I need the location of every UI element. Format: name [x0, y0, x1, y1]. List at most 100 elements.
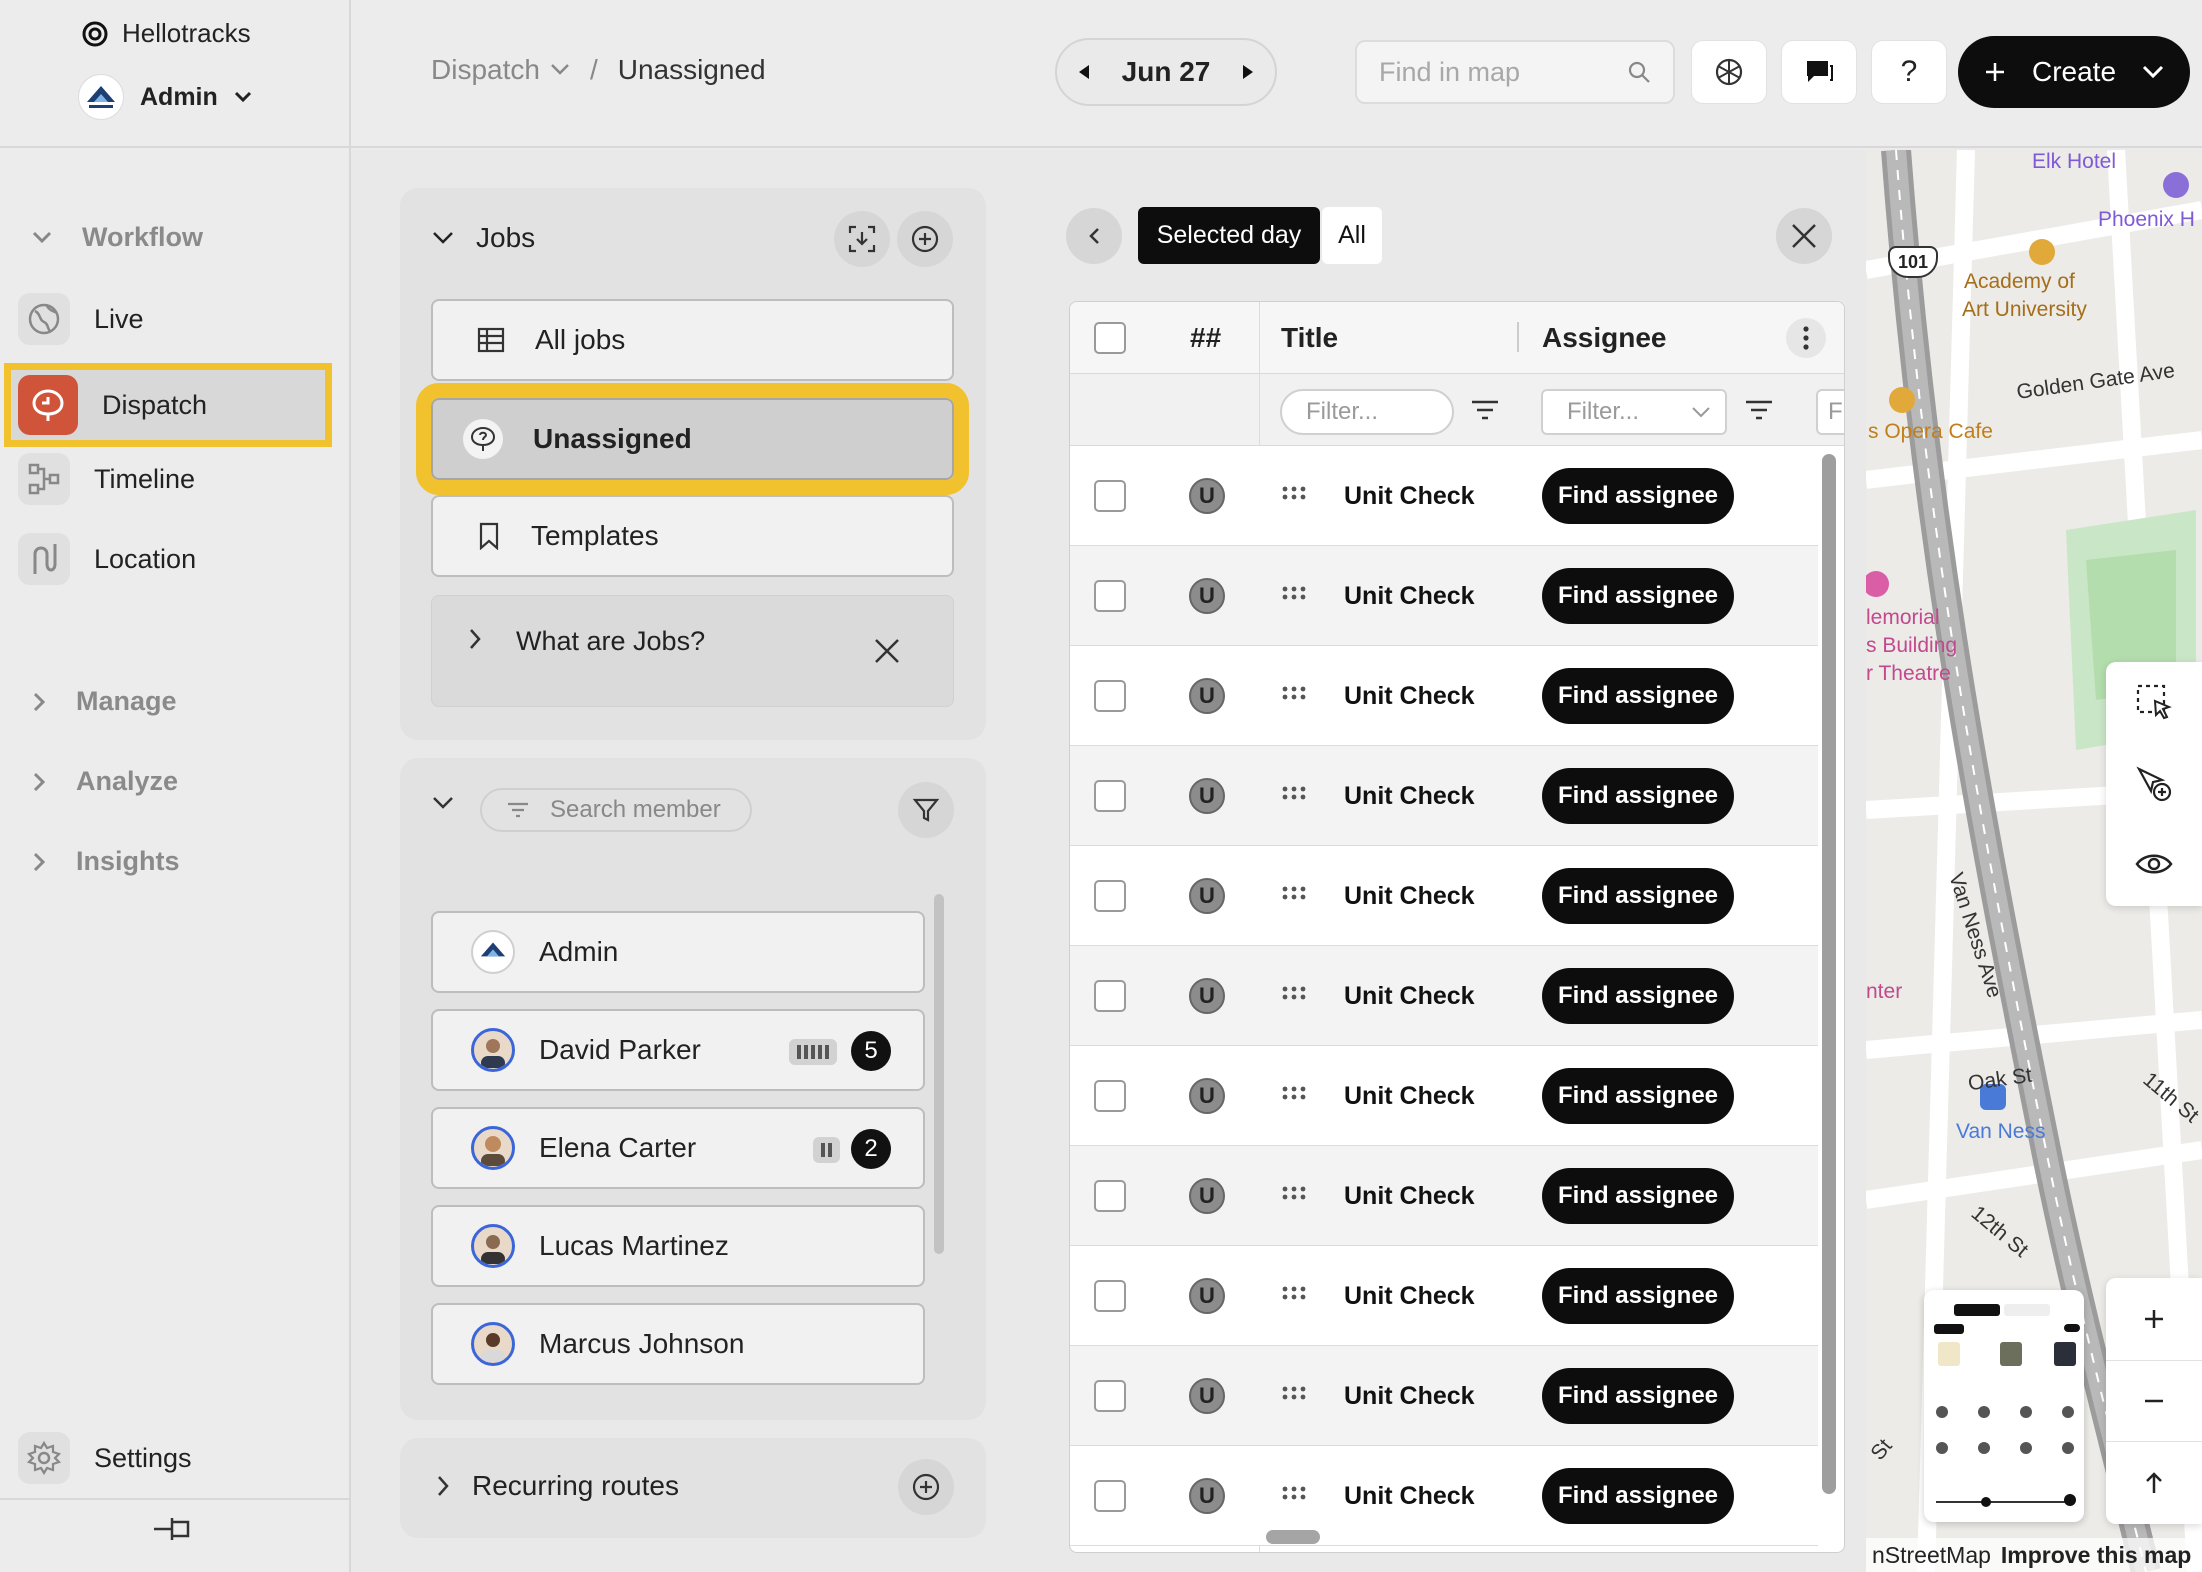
toggle-selected-day[interactable]: Selected day — [1138, 207, 1320, 264]
jobs-item-unassigned[interactable]: Unassigned — [416, 383, 969, 495]
sidebar-item-settings[interactable]: Settings — [4, 1422, 332, 1494]
drag-handle-icon[interactable] — [1282, 1386, 1306, 1400]
find-assignee-button[interactable]: Find assignee — [1542, 568, 1734, 624]
column-number[interactable]: ## — [1190, 322, 1221, 354]
member-item[interactable]: Lucas Martinez — [431, 1205, 925, 1287]
jobs-item-all[interactable]: All jobs — [431, 299, 954, 381]
row-checkbox[interactable] — [1094, 1380, 1126, 1412]
sort-filter-icon[interactable] — [1470, 398, 1500, 422]
pin-sidebar-icon[interactable] — [152, 1514, 190, 1544]
find-assignee-button[interactable]: Find assignee — [1542, 1068, 1734, 1124]
job-title[interactable]: Unit Check — [1344, 682, 1475, 711]
drag-handle-icon[interactable] — [1282, 1486, 1306, 1500]
section-manage[interactable]: Manage — [32, 686, 177, 717]
find-assignee-button[interactable]: Find assignee — [1542, 468, 1734, 524]
jobs-hint-label[interactable]: What are Jobs? — [516, 626, 705, 657]
table-row[interactable]: U Unit Check Find assignee — [1070, 846, 1818, 946]
drag-handle-icon[interactable] — [1282, 786, 1306, 800]
zoom-in-button[interactable] — [2106, 1278, 2202, 1360]
sort-filter-icon[interactable] — [1744, 398, 1774, 422]
map-layers-preview[interactable] — [1924, 1290, 2084, 1522]
chat-button[interactable] — [1781, 40, 1857, 104]
job-title[interactable]: Unit Check — [1344, 1382, 1475, 1411]
section-insights[interactable]: Insights — [32, 846, 180, 877]
drag-handle-icon[interactable] — [1282, 986, 1306, 1000]
select-all-checkbox[interactable] — [1094, 322, 1126, 354]
row-checkbox[interactable] — [1094, 780, 1126, 812]
reset-north-button[interactable] — [2106, 1442, 2202, 1524]
table-vertical-scrollbar[interactable] — [1822, 454, 1836, 1494]
ai-assistant-button[interactable] — [1691, 40, 1767, 104]
sidebar-item-dispatch[interactable]: Dispatch — [4, 363, 332, 447]
member-filter-button[interactable] — [898, 782, 954, 838]
table-horizontal-scrollbar[interactable] — [1266, 1530, 1320, 1544]
column-menu-button[interactable] — [1786, 318, 1826, 358]
find-assignee-button[interactable]: Find assignee — [1542, 1468, 1734, 1524]
member-search[interactable]: Search member — [480, 788, 752, 832]
table-row[interactable]: U Unit Check Find assignee — [1070, 546, 1818, 646]
improve-map-link[interactable]: Improve this map — [2001, 1542, 2191, 1569]
close-icon[interactable] — [874, 638, 900, 664]
map-search-input[interactable] — [1379, 56, 1599, 88]
import-jobs-button[interactable] — [834, 211, 890, 267]
add-route-button[interactable] — [898, 1459, 954, 1515]
add-job-button[interactable] — [897, 211, 953, 267]
row-checkbox[interactable] — [1094, 1280, 1126, 1312]
current-date[interactable]: Jun 27 — [1122, 56, 1211, 88]
account-switcher[interactable]: Admin — [78, 74, 252, 120]
row-checkbox[interactable] — [1094, 480, 1126, 512]
members-scrollbar[interactable] — [934, 894, 944, 1254]
job-title[interactable]: Unit Check — [1344, 1182, 1475, 1211]
column-title[interactable]: Title — [1281, 322, 1338, 354]
job-title[interactable]: Unit Check — [1344, 1082, 1475, 1111]
row-checkbox[interactable] — [1094, 680, 1126, 712]
section-workflow[interactable]: Workflow — [32, 222, 203, 253]
zoom-out-button[interactable] — [2106, 1360, 2202, 1442]
find-assignee-button[interactable]: Find assignee — [1542, 668, 1734, 724]
next-column-filter[interactable]: F — [1816, 389, 1844, 435]
visibility-button[interactable] — [2106, 824, 2202, 904]
row-checkbox[interactable] — [1094, 880, 1126, 912]
table-row[interactable]: U Unit Check Find assignee — [1070, 1446, 1818, 1546]
job-title[interactable]: Unit Check — [1344, 982, 1475, 1011]
member-item[interactable]: Admin — [431, 911, 925, 993]
row-checkbox[interactable] — [1094, 1480, 1126, 1512]
drag-handle-icon[interactable] — [1282, 1086, 1306, 1100]
job-title[interactable]: Unit Check — [1344, 1482, 1475, 1511]
drag-handle-icon[interactable] — [1282, 586, 1306, 600]
find-assignee-button[interactable]: Find assignee — [1542, 1168, 1734, 1224]
breadcrumb-dispatch[interactable]: Dispatch — [431, 54, 570, 86]
sidebar-item-timeline[interactable]: Timeline — [4, 443, 332, 515]
drag-handle-icon[interactable] — [1282, 1286, 1306, 1300]
job-title[interactable]: Unit Check — [1344, 782, 1475, 811]
recurring-routes-header[interactable]: Recurring routes — [436, 1470, 679, 1502]
chevron-down-icon[interactable] — [432, 796, 454, 810]
section-analyze[interactable]: Analyze — [32, 766, 178, 797]
collapse-panel-button[interactable] — [1066, 208, 1122, 264]
find-assignee-button[interactable]: Find assignee — [1542, 868, 1734, 924]
previous-day-button[interactable] — [1077, 64, 1091, 80]
find-assignee-button[interactable]: Find assignee — [1542, 1268, 1734, 1324]
sidebar-item-location[interactable]: Location — [4, 523, 332, 595]
table-row[interactable]: U Unit Check Find assignee — [1070, 1346, 1818, 1446]
assignee-filter-select[interactable]: Filter... — [1541, 389, 1727, 435]
find-assignee-button[interactable]: Find assignee — [1542, 968, 1734, 1024]
drag-handle-icon[interactable] — [1282, 686, 1306, 700]
table-row[interactable]: U Unit Check Find assignee — [1070, 446, 1818, 546]
add-place-button[interactable] — [2106, 744, 2202, 824]
member-item[interactable]: Marcus Johnson — [431, 1303, 925, 1385]
row-checkbox[interactable] — [1094, 980, 1126, 1012]
member-item[interactable]: Elena Carter 2 — [431, 1107, 925, 1189]
select-area-button[interactable] — [2106, 662, 2202, 742]
job-title[interactable]: Unit Check — [1344, 482, 1475, 511]
job-title[interactable]: Unit Check — [1344, 582, 1475, 611]
help-button[interactable]: ? — [1871, 40, 1947, 104]
row-checkbox[interactable] — [1094, 1080, 1126, 1112]
table-row[interactable]: U Unit Check Find assignee — [1070, 746, 1818, 846]
row-checkbox[interactable] — [1094, 1180, 1126, 1212]
title-filter-input[interactable]: Filter... — [1280, 389, 1454, 435]
table-row[interactable]: U Unit Check Find assignee — [1070, 946, 1818, 1046]
toggle-all[interactable]: All — [1322, 207, 1382, 264]
create-button[interactable]: Create — [1958, 36, 2190, 108]
table-row[interactable]: U Unit Check Find assignee — [1070, 646, 1818, 746]
